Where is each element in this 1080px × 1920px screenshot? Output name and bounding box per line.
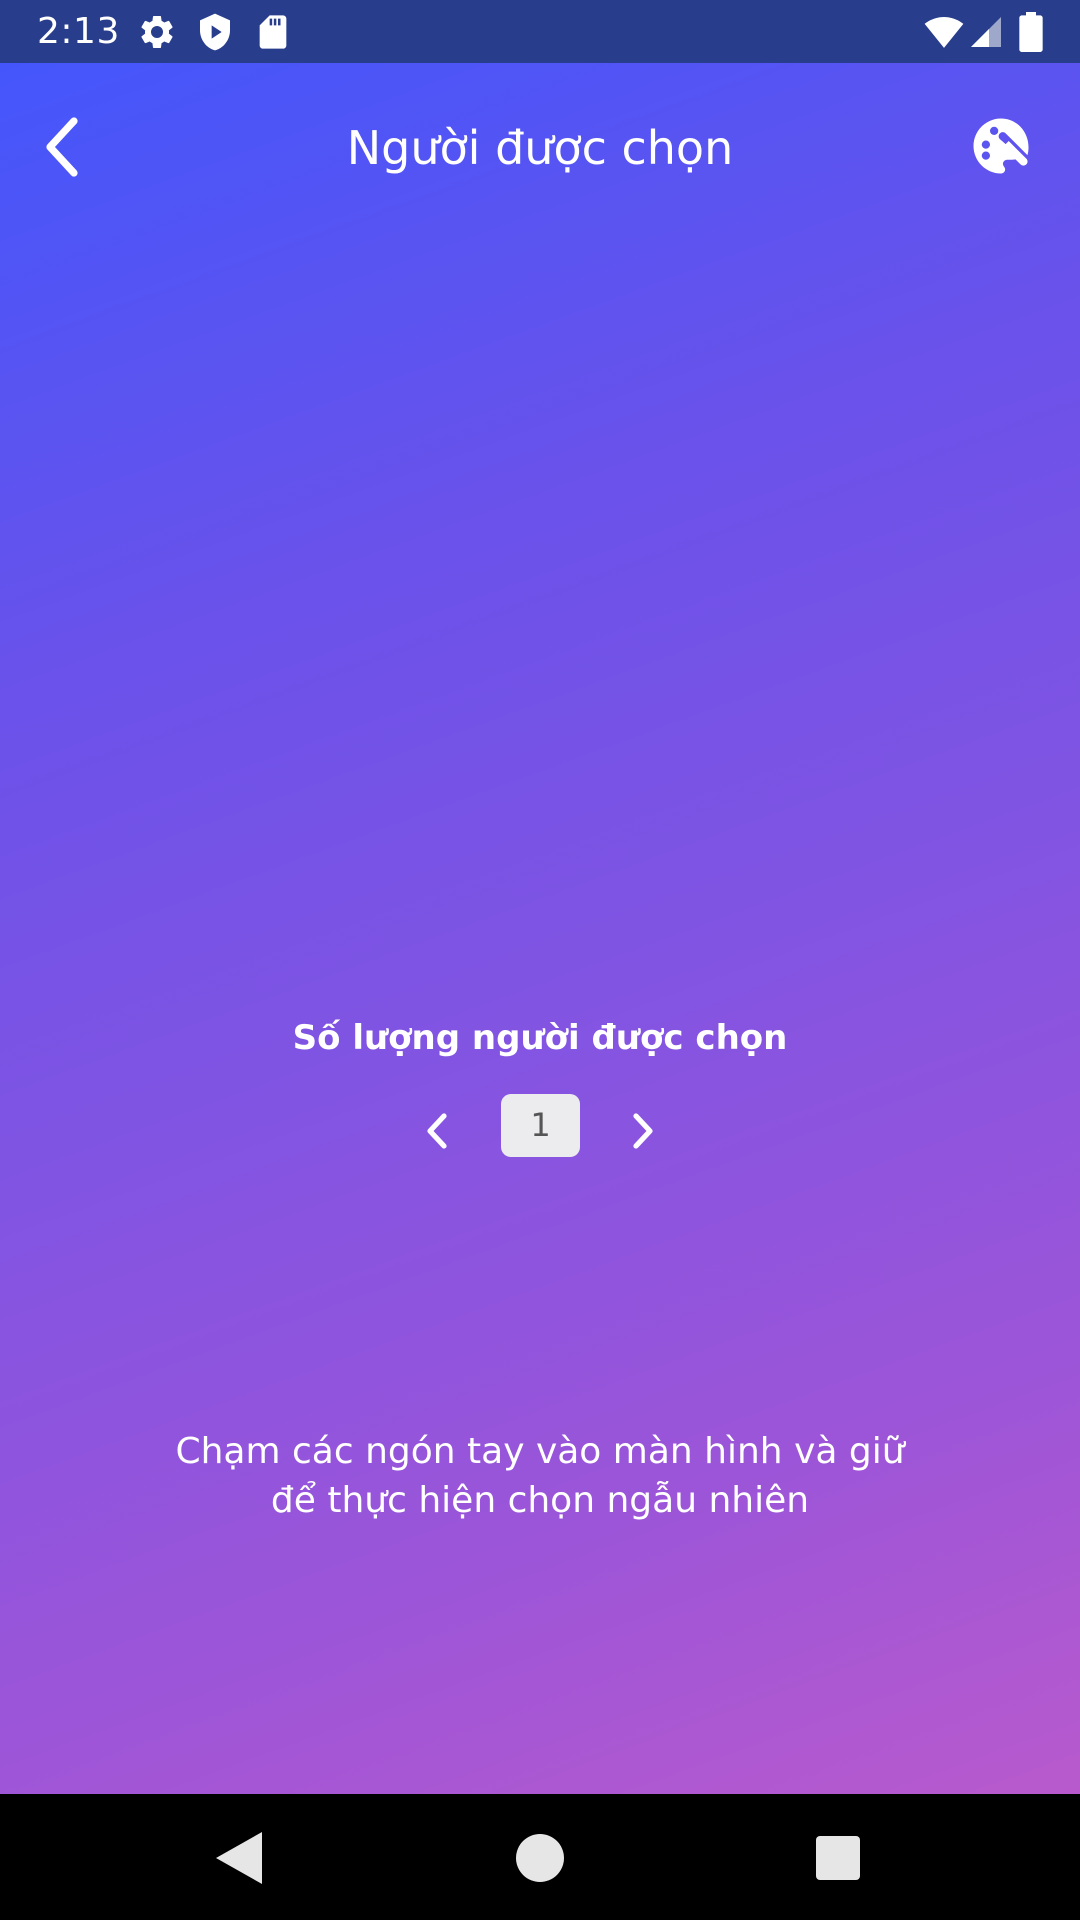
shield-icon xyxy=(200,13,230,51)
signal-icon xyxy=(971,17,1001,47)
status-time: 2:13 xyxy=(37,11,120,52)
instruction-line-2: để thực hiện chọn ngẫu nhiên xyxy=(270,1480,810,1521)
instruction-text: Chạm các ngón tay vào màn hình và giữ để… xyxy=(110,1427,970,1525)
chevron-left-icon xyxy=(427,1113,447,1149)
navigation-bar xyxy=(0,1794,1080,1920)
recents-square-icon xyxy=(816,1836,860,1880)
count-label: Số lượng người được chọn xyxy=(292,1018,788,1058)
wifi-icon xyxy=(924,17,964,48)
app-content: Người được chọn Số lượng người được chọn… xyxy=(0,63,1080,1794)
nav-recents-button[interactable] xyxy=(808,1828,868,1888)
chevron-right-icon xyxy=(633,1113,653,1149)
nav-back-button[interactable] xyxy=(208,1828,268,1888)
battery-icon xyxy=(1019,12,1043,52)
count-value[interactable]: 1 xyxy=(501,1094,580,1157)
chevron-left-icon xyxy=(46,117,78,177)
back-button[interactable] xyxy=(36,115,88,179)
home-circle-icon xyxy=(516,1834,564,1882)
screen: 2:13 Người được chọn Số lượng người được… xyxy=(0,0,1080,1920)
palette-icon xyxy=(973,118,1029,174)
settings-icon xyxy=(141,15,173,48)
back-triangle-icon xyxy=(216,1832,262,1884)
instruction-line-1: Chạm các ngón tay vào màn hình và giữ xyxy=(175,1431,905,1472)
nav-home-button[interactable] xyxy=(510,1828,570,1888)
status-bar: 2:13 xyxy=(0,0,1080,63)
decrement-button[interactable] xyxy=(418,1106,458,1156)
page-title: Người được chọn xyxy=(346,121,734,175)
increment-button[interactable] xyxy=(622,1106,662,1156)
sd-card-icon xyxy=(259,15,287,49)
theme-button[interactable] xyxy=(968,113,1034,179)
